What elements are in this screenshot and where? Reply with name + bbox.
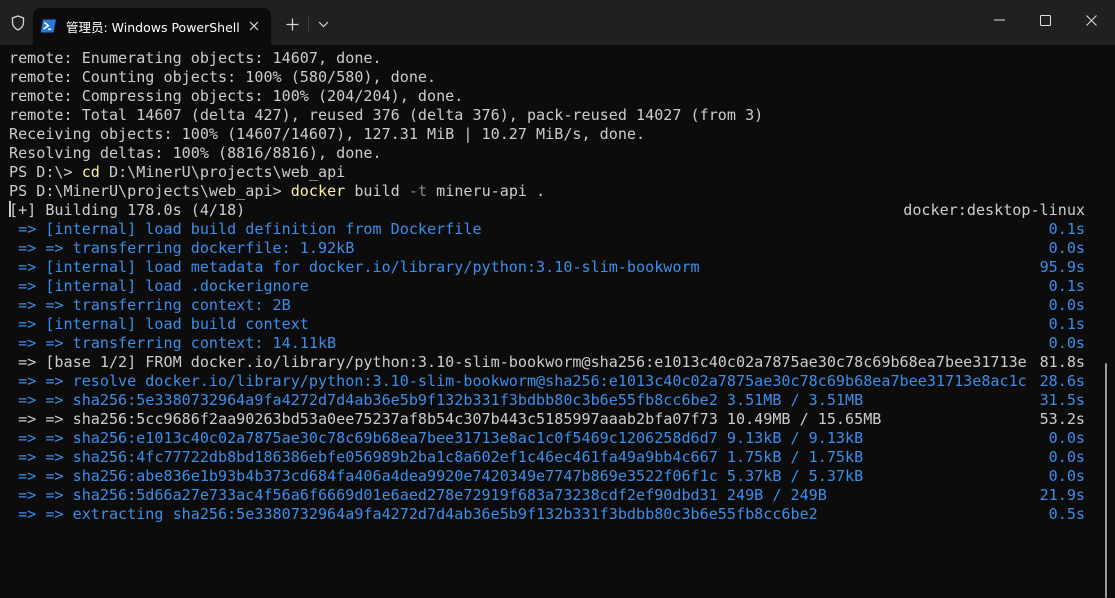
build-step-line: => [base 1/2] FROM docker.io/library/pyt… — [9, 353, 1085, 372]
output-line: remote: Enumerating objects: 14607, done… — [9, 49, 382, 67]
step-time: 0.0s — [1048, 296, 1085, 314]
command-args: mineru-api . — [427, 182, 546, 200]
close-icon[interactable] — [1068, 0, 1114, 40]
tab-powershell[interactable]: 管理员: Windows PowerShell — [33, 8, 271, 45]
build-step-line: => => sha256:e1013c40c02a7875ae30c78c69b… — [9, 429, 1085, 448]
minimize-icon[interactable] — [976, 0, 1022, 40]
step-text: => => sha256:4fc77722db8bd186386ebfe0569… — [9, 448, 864, 466]
build-step-line: => => resolve docker.io/library/python:3… — [9, 372, 1085, 391]
step-time: 0.5s — [1048, 505, 1085, 523]
build-step-line: => => transferring dockerfile: 1.92kB 0.0… — [9, 239, 1085, 258]
output-line: Receiving objects: 100% (14607/14607), 1… — [9, 125, 646, 143]
output-line: remote: Total 14607 (delta 427), reused … — [9, 106, 764, 124]
step-text: => => extracting sha256:5e3380732964a9fa… — [9, 505, 818, 523]
step-text: => [internal] load build context — [9, 315, 309, 333]
command-args: build — [345, 182, 409, 200]
step-text: => => sha256:abe836e1b93b4b373cd684fa406… — [9, 467, 864, 485]
build-step-line: => => sha256:5d66a27e733ac4f56a6f6669d01… — [9, 486, 1085, 505]
step-time: 0.1s — [1048, 220, 1085, 238]
title-bar[interactable]: 管理员: Windows PowerShell — [0, 0, 1115, 45]
step-time: 0.1s — [1048, 315, 1085, 333]
step-text: => => transferring dockerfile: 1.92kB — [9, 239, 355, 257]
build-step-line: => => sha256:4fc77722db8bd186386ebfe0569… — [9, 448, 1085, 467]
close-icon[interactable] — [247, 19, 261, 33]
build-context: docker:desktop-linux — [903, 201, 1085, 219]
prompt-line: PS D:\MinerU\projects\web_api> docker bu… — [9, 182, 1085, 201]
build-step-line: => [internal] load metadata for docker.i… — [9, 258, 1085, 277]
step-time: 81.8s — [1039, 353, 1085, 371]
step-time: 21.9s — [1039, 486, 1085, 504]
tab-title: 管理员: Windows PowerShell — [66, 20, 240, 35]
step-text: => => sha256:5d66a27e733ac4f56a6f6669d01… — [9, 486, 827, 504]
build-step-line: => => sha256:abe836e1b93b4b373cd684fa406… — [9, 467, 1085, 486]
build-step-line: => => sha256:5cc9686f2aa90263bd53a0ee752… — [9, 410, 1085, 429]
step-time: 0.0s — [1048, 334, 1085, 352]
build-step-line: => [internal] load build definition from… — [9, 220, 1085, 239]
command-args: D:\MinerU\projects\web_api — [99, 163, 346, 181]
step-text: => [internal] load metadata for docker.i… — [9, 258, 700, 276]
build-header: [+] Building 178.0s (4/18) docker:desktop… — [9, 201, 1085, 220]
step-time: 0.0s — [1048, 239, 1085, 257]
step-text: => => transferring context: 14.11kB — [9, 334, 337, 352]
terminal-output[interactable]: remote: Enumerating objects: 14607, done… — [0, 45, 1115, 598]
output-line: remote: Compressing objects: 100% (204/2… — [9, 87, 464, 105]
command-name: docker — [290, 182, 346, 200]
prompt-text: PS D:\> — [9, 163, 82, 181]
scrollbar[interactable] — [1105, 363, 1107, 598]
step-text: => [internal] load .dockerignore — [9, 277, 309, 295]
step-text: => => transferring context: 2B — [9, 296, 291, 314]
build-step-line: => => transferring context: 2B 0.0s — [9, 296, 1085, 315]
output-line: Resolving deltas: 100% (8816/8816), done… — [9, 144, 382, 162]
step-text: => => sha256:5e3380732964a9fa4272d7d4ab3… — [9, 391, 864, 409]
chevron-down-icon[interactable] — [314, 14, 332, 34]
step-time: 31.5s — [1039, 391, 1085, 409]
tab-separator — [308, 16, 309, 32]
maximize-icon[interactable] — [1022, 0, 1068, 40]
step-text: => [internal] load build definition from… — [9, 220, 482, 238]
command-name: cd — [81, 163, 100, 181]
build-step-line: => [internal] load build context 0.1s — [9, 315, 1085, 334]
build-step-line: => => extracting sha256:5e3380732964a9fa… — [9, 505, 1085, 524]
terminal-lines: remote: Enumerating objects: 14607, done… — [9, 49, 1085, 524]
step-time: 95.9s — [1039, 258, 1085, 276]
step-time: 28.6s — [1039, 372, 1085, 390]
powershell-icon — [40, 18, 57, 34]
step-time: 53.2s — [1039, 410, 1085, 428]
step-time: 0.0s — [1048, 429, 1085, 447]
powershell-window: 管理员: Windows PowerShell remote: Enumerat… — [0, 0, 1115, 598]
build-step-line: => => transferring context: 14.11kB 0.0s — [9, 334, 1085, 353]
step-text: => => resolve docker.io/library/python:3… — [9, 372, 1027, 390]
output-line: remote: Counting objects: 100% (580/580)… — [9, 68, 437, 86]
step-text: => => sha256:5cc9686f2aa90263bd53a0ee752… — [9, 410, 882, 428]
step-text: => => sha256:e1013c40c02a7875ae30c78c69b… — [9, 429, 864, 447]
step-text: => [base 1/2] FROM docker.io/library/pyt… — [9, 353, 1027, 371]
build-step-line: => [internal] load .dockerignore 0.1s — [9, 277, 1085, 296]
build-step-line: => => sha256:5e3380732964a9fa4272d7d4ab3… — [9, 391, 1085, 410]
build-steps: => [internal] load build definition from… — [9, 220, 1085, 524]
prompt-line: PS D:\> cd D:\MinerU\projects\web_api — [9, 163, 1085, 182]
step-time: 0.0s — [1048, 467, 1085, 485]
shield-icon[interactable] — [8, 13, 28, 33]
command-flag: -t — [408, 182, 428, 200]
step-time: 0.0s — [1048, 448, 1085, 466]
plus-icon[interactable] — [282, 14, 302, 34]
step-time: 0.1s — [1048, 277, 1085, 295]
build-status: [+] Building 178.0s (4/18) — [9, 201, 246, 219]
prompt-text: PS D:\MinerU\projects\web_api> — [9, 182, 291, 200]
